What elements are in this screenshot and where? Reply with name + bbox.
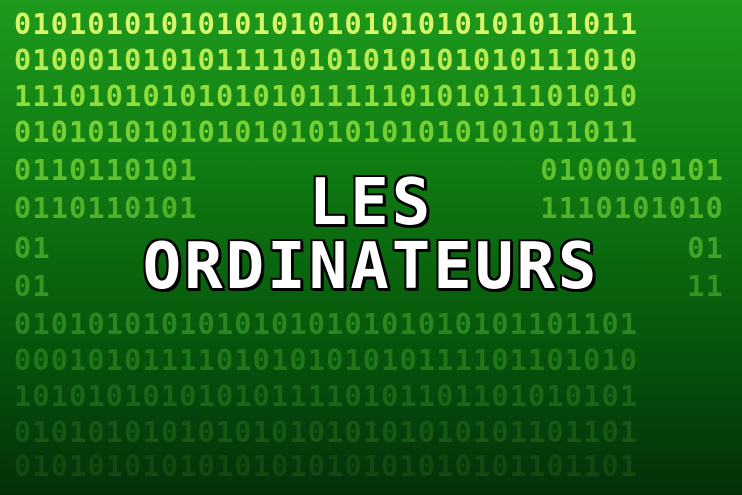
- binary-row-1: 0101010101010101010101010101011011: [14, 8, 639, 41]
- title-line-1: LES: [308, 166, 434, 240]
- title-line-2: ORDINATEURS: [142, 230, 600, 304]
- binary-row-4: 0101010101010101010101010101011011: [14, 116, 639, 149]
- binary-row-5: 0101010101010101010101010101101101: [14, 308, 639, 341]
- binary-row-3: 1110101010101010111110101011101010: [14, 80, 639, 113]
- binary-row-9: 0101010101010101010101010101101101: [14, 450, 639, 483]
- binary-row-7: 1010101010101011110101101101010101: [14, 380, 639, 413]
- binary-row-6: 0001010111101010101010111101101010: [14, 344, 639, 377]
- binary-row-8: 0101010101010101010101010101101101: [14, 416, 639, 449]
- binary-row-2: 0100010101011110101010101010111010: [14, 44, 639, 77]
